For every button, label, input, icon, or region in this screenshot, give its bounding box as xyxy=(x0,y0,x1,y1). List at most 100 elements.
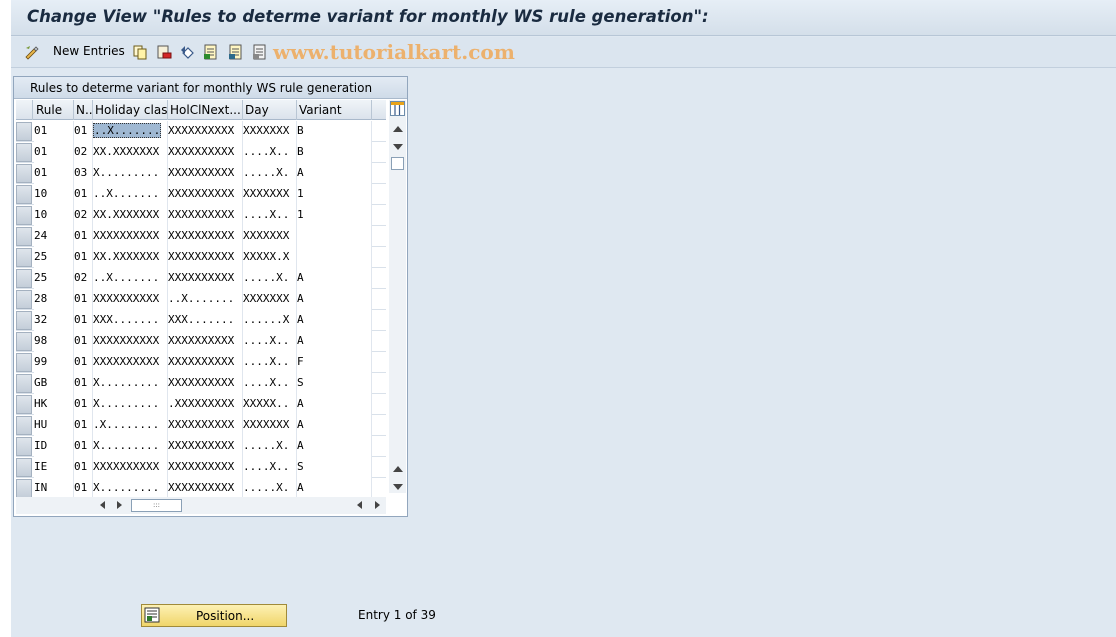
select-block-icon[interactable] xyxy=(228,44,244,60)
new-entries-button[interactable]: New Entries xyxy=(53,44,125,58)
row-selector[interactable] xyxy=(16,416,32,435)
delete-icon[interactable] xyxy=(156,44,172,60)
undo-icon[interactable] xyxy=(180,44,196,60)
select-all-header[interactable] xyxy=(16,100,33,120)
cell-holclnext[interactable]: XXXXXXXXXX xyxy=(168,247,243,268)
cell-day[interactable]: ....X.. xyxy=(243,142,297,163)
display-change-icon[interactable] xyxy=(24,44,40,60)
cell-variant[interactable]: A xyxy=(297,289,372,310)
cell-holiday-class[interactable]: ..X....... xyxy=(93,268,168,289)
row-selector[interactable] xyxy=(16,332,32,351)
cell-variant[interactable]: A xyxy=(297,331,372,352)
cell-day[interactable]: .....X. xyxy=(243,163,297,184)
cell-variant[interactable]: F xyxy=(297,352,372,373)
cell-holclnext[interactable]: XXXXXXXXXX xyxy=(168,184,243,205)
cell-day[interactable]: XXXXX.. xyxy=(243,394,297,415)
cell-holclnext[interactable]: XXX....... xyxy=(168,310,243,331)
cell-variant[interactable] xyxy=(297,247,372,268)
cell-holclnext[interactable]: ..X....... xyxy=(168,289,243,310)
cell-holiday-class[interactable]: XXXXXXXXXX xyxy=(93,226,168,247)
cell-variant[interactable] xyxy=(297,226,372,247)
cell-day[interactable]: XXXXXXX xyxy=(243,226,297,247)
column-header-holiday-class[interactable]: Holiday class xyxy=(93,100,168,120)
cell-holiday-class[interactable]: X......... xyxy=(93,163,168,184)
cell-day[interactable]: .....X. xyxy=(243,436,297,457)
scroll-thumb[interactable] xyxy=(391,157,404,170)
cell-holclnext[interactable]: XXXXXXXXXX xyxy=(168,457,243,478)
row-selector[interactable] xyxy=(16,395,32,414)
row-selector[interactable] xyxy=(16,143,32,162)
row-selector[interactable] xyxy=(16,311,32,330)
cell-variant[interactable]: A xyxy=(297,310,372,331)
cell-day[interactable]: .....X. xyxy=(243,268,297,289)
cell-day[interactable]: XXXXXXX xyxy=(243,289,297,310)
row-selector[interactable] xyxy=(16,122,32,141)
horizontal-scroll-thumb[interactable]: ::: xyxy=(131,499,182,512)
table-settings-icon[interactable] xyxy=(390,101,405,116)
scroll-far-left-icon[interactable] xyxy=(357,501,362,509)
cell-holiday-class[interactable]: XXX....... xyxy=(93,310,168,331)
cell-variant[interactable]: B xyxy=(297,121,372,142)
cell-holiday-class[interactable]: X......... xyxy=(93,478,168,499)
cell-day[interactable]: ....X.. xyxy=(243,457,297,478)
cell-holclnext[interactable]: XXXXXXXXXX xyxy=(168,373,243,394)
scroll-page-up-icon[interactable] xyxy=(393,466,403,472)
cell-holclnext[interactable]: XXXXXXXXXX xyxy=(168,352,243,373)
row-selector[interactable] xyxy=(16,206,32,225)
cell-holiday-class[interactable]: ..X....... xyxy=(93,184,168,205)
cell-holiday-class[interactable]: ..X....... xyxy=(93,121,168,142)
cell-day[interactable]: XXXXXXX xyxy=(243,121,297,142)
column-header-holclnext[interactable]: HolClNext... xyxy=(168,100,243,120)
cell-day[interactable]: .....X. xyxy=(243,478,297,499)
cell-day[interactable]: ......X xyxy=(243,310,297,331)
scroll-page-down-icon[interactable] xyxy=(393,484,403,490)
cell-holiday-class[interactable]: XX.XXXXXXX xyxy=(93,247,168,268)
row-selector[interactable] xyxy=(16,164,32,183)
copy-icon[interactable] xyxy=(132,44,148,60)
scroll-right-icon[interactable] xyxy=(117,501,122,509)
cell-holclnext[interactable]: XXXXXXXXXX xyxy=(168,436,243,457)
vertical-scrollbar[interactable] xyxy=(389,100,406,493)
cell-holclnext[interactable]: XXXXXXXXXX xyxy=(168,226,243,247)
cell-holiday-class[interactable]: X......... xyxy=(93,436,168,457)
cell-variant[interactable]: B xyxy=(297,142,372,163)
cell-holclnext[interactable]: XXXXXXXXXX xyxy=(168,121,243,142)
deselect-all-icon[interactable] xyxy=(252,44,268,60)
scroll-left-icon[interactable] xyxy=(100,501,105,509)
cell-holiday-class[interactable]: XXXXXXXXXX xyxy=(93,289,168,310)
select-all-icon[interactable] xyxy=(203,44,219,60)
cell-day[interactable]: ....X.. xyxy=(243,373,297,394)
cell-day[interactable]: XXXXXXX xyxy=(243,415,297,436)
cell-day[interactable]: ....X.. xyxy=(243,205,297,226)
row-selector[interactable] xyxy=(16,479,32,498)
cell-holiday-class[interactable]: .X........ xyxy=(93,415,168,436)
cell-variant[interactable]: A xyxy=(297,478,372,499)
cell-holiday-class[interactable]: XXXXXXXXXX xyxy=(93,352,168,373)
cell-holclnext[interactable]: XXXXXXXXXX xyxy=(168,163,243,184)
cell-day[interactable]: ....X.. xyxy=(243,331,297,352)
cell-holiday-class[interactable]: XX.XXXXXXX xyxy=(93,205,168,226)
cell-holiday-class[interactable]: XXXXXXXXXX xyxy=(93,331,168,352)
cell-variant[interactable]: S xyxy=(297,373,372,394)
cell-variant[interactable]: S xyxy=(297,457,372,478)
column-header-day[interactable]: Day xyxy=(243,100,297,120)
cell-variant[interactable]: 1 xyxy=(297,184,372,205)
cell-day[interactable]: XXXXXXX xyxy=(243,184,297,205)
cell-holclnext[interactable]: XXXXXXXXXX xyxy=(168,415,243,436)
cell-variant[interactable]: A xyxy=(297,436,372,457)
cell-holclnext[interactable]: .XXXXXXXXX xyxy=(168,394,243,415)
row-selector[interactable] xyxy=(16,290,32,309)
cell-holiday-class[interactable]: X......... xyxy=(93,373,168,394)
scroll-far-right-icon[interactable] xyxy=(375,501,380,509)
cell-variant[interactable]: A xyxy=(297,268,372,289)
row-selector[interactable] xyxy=(16,374,32,393)
row-selector[interactable] xyxy=(16,185,32,204)
cell-variant[interactable]: A xyxy=(297,163,372,184)
column-header-rule[interactable]: Rule xyxy=(34,100,74,120)
cell-holiday-class[interactable]: XX.XXXXXXX xyxy=(93,142,168,163)
column-header-number[interactable]: N.. xyxy=(74,100,93,120)
cell-holclnext[interactable]: XXXXXXXXXX xyxy=(168,205,243,226)
cell-holclnext[interactable]: XXXXXXXXXX xyxy=(168,268,243,289)
cell-day[interactable]: ....X.. xyxy=(243,352,297,373)
cell-variant[interactable]: 1 xyxy=(297,205,372,226)
